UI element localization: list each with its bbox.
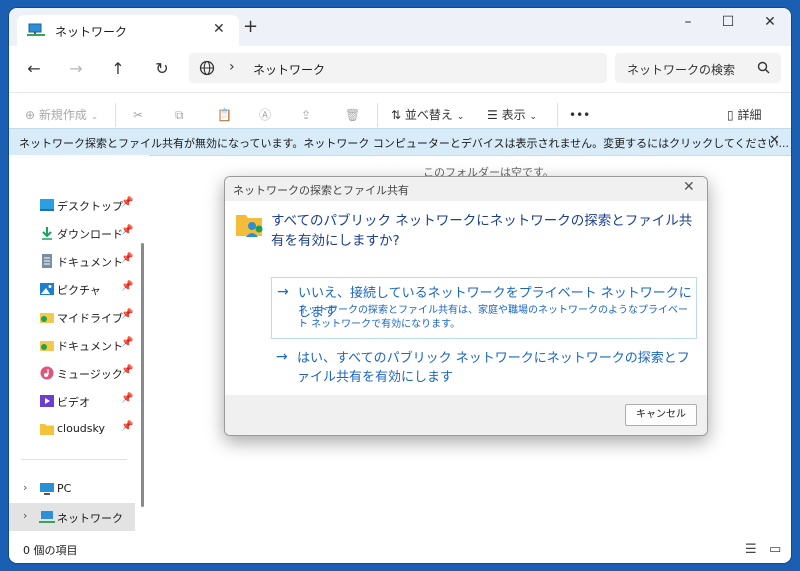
tab-close-icon[interactable]: ✕: [213, 21, 225, 37]
picture-icon: [40, 283, 54, 295]
sidebar-item-network[interactable]: › ネットワーク: [9, 503, 135, 531]
details-button[interactable]: ▯ 詳細: [727, 103, 761, 127]
music-icon: [40, 366, 54, 380]
details-view-icon[interactable]: ☰: [745, 542, 757, 557]
globe-icon: [199, 60, 215, 76]
sort-icon: ⇅: [391, 108, 402, 122]
network-discovery-dialog: ネットワークの探索とファイル共有 ✕ すべてのパブリック ネットワークにネットワ…: [224, 176, 708, 436]
plus-circle-icon: ⊕: [25, 108, 36, 122]
pin-icon[interactable]: 📌: [121, 421, 133, 432]
option-enable-public-button[interactable]: → はい、すべてのパブリック ネットワークにネットワークの探索とファイル共有を有…: [271, 343, 695, 385]
drive-icon: [40, 313, 54, 323]
pin-icon[interactable]: 📌: [121, 253, 133, 264]
navigation-pane: デスクトップ 📌 ダウンロード 📌 ドキュメント 📌 ピクチャ 📌 マイドライブ…: [9, 155, 149, 535]
pin-icon[interactable]: 📌: [121, 225, 133, 236]
tab-title: ネットワーク: [55, 25, 128, 39]
option-make-private-description: ネットワークの探索とファイル共有は、家庭や職場のネットワークのようなプライベート…: [298, 305, 688, 330]
network-icon: [39, 511, 55, 523]
paste-icon[interactable]: 📋: [217, 103, 232, 127]
pin-icon[interactable]: 📌: [121, 197, 133, 208]
more-options-button[interactable]: •••: [569, 103, 590, 127]
chevron-down-icon: ⌄: [529, 112, 537, 122]
chevron-right-icon[interactable]: ›: [23, 481, 27, 494]
network-icon: [27, 23, 45, 36]
chevron-down-icon: ⌄: [90, 112, 99, 122]
copy-icon[interactable]: ⧉: [175, 103, 184, 127]
dialog-close-icon[interactable]: ✕: [683, 179, 695, 195]
close-window-button[interactable]: ✕: [755, 14, 785, 30]
pin-icon[interactable]: 📌: [121, 337, 133, 348]
video-icon: [40, 395, 54, 407]
breadcrumb-chevron-icon[interactable]: ›: [229, 59, 235, 75]
pc-icon: [40, 483, 54, 495]
sort-button[interactable]: ⇅ 並べ替え ⌄: [391, 103, 464, 127]
sidebar-item-documents[interactable]: ドキュメント 📌: [9, 247, 135, 275]
refresh-icon[interactable]: ↻: [151, 58, 173, 80]
chevron-right-icon[interactable]: ›: [23, 509, 27, 522]
drive-document-icon: [40, 341, 54, 351]
info-bar-message[interactable]: ネットワーク探索とファイル共有が無効になっています。ネットワーク コンピューター…: [19, 135, 789, 151]
dialog-question: すべてのパブリック ネットワークにネットワークの探索とファイル共有を有効にします…: [271, 213, 693, 249]
sidebar-scrollbar[interactable]: [141, 243, 144, 507]
desktop-icon: [40, 199, 54, 211]
breadcrumb-network[interactable]: ネットワーク: [253, 61, 325, 78]
arrow-right-icon: →: [277, 284, 289, 300]
cancel-button[interactable]: キャンセル: [625, 404, 697, 426]
option-enable-public-title: はい、すべてのパブリック ネットワークにネットワークの探索とファイル共有を有効に…: [297, 351, 690, 385]
new-tab-button[interactable]: +: [243, 16, 258, 37]
minimize-button[interactable]: –: [673, 14, 703, 30]
folder-icon: [40, 424, 54, 435]
sidebar-divider: [21, 459, 127, 460]
sidebar-item-drive-documents[interactable]: ドキュメント 📌: [9, 331, 135, 359]
network-sharing-icon: [236, 215, 263, 237]
new-item-button[interactable]: ⊕ 新規作成 ⌄: [25, 103, 98, 127]
pin-icon[interactable]: 📌: [121, 365, 133, 376]
arrow-right-icon: →: [276, 349, 288, 365]
sidebar-item-videos[interactable]: ビデオ 📌: [9, 387, 135, 415]
toolbar-divider: [557, 103, 558, 127]
toolbar-divider: [377, 103, 378, 127]
view-button[interactable]: ☰ 表示 ⌄: [487, 103, 537, 127]
dialog-title: ネットワークの探索とファイル共有: [233, 184, 409, 197]
search-placeholder: ネットワークの検索: [627, 63, 736, 77]
chevron-down-icon: ⌄: [456, 112, 465, 122]
address-row: ← → ↑ ↻ › ネットワーク ネットワークの検索: [9, 46, 791, 92]
address-bar[interactable]: › ネットワーク: [189, 53, 607, 83]
sidebar-item-my-drive[interactable]: マイドライブ 📌: [9, 303, 135, 331]
share-icon[interactable]: ⇪: [301, 103, 311, 127]
item-count: 0 個の項目: [23, 544, 78, 557]
cut-icon[interactable]: ✂: [133, 103, 143, 127]
view-list-icon: ☰: [487, 108, 498, 122]
info-bar[interactable]: ネットワーク探索とファイル共有が無効になっています。ネットワーク コンピューター…: [9, 128, 791, 156]
tab-bar: ネットワーク ✕ + – ☐ ✕: [9, 8, 791, 46]
tiles-view-icon[interactable]: ▭: [769, 542, 781, 557]
dialog-footer: キャンセル: [225, 395, 707, 435]
tab-network[interactable]: ネットワーク ✕: [17, 15, 239, 46]
forward-arrow-icon[interactable]: →: [65, 58, 87, 80]
details-pane-icon: ▯: [727, 108, 734, 122]
back-arrow-icon[interactable]: ←: [23, 58, 45, 80]
pin-icon[interactable]: 📌: [121, 393, 133, 404]
rename-icon[interactable]: Ⓐ: [259, 103, 271, 127]
pin-icon[interactable]: 📌: [121, 281, 133, 292]
dialog-titlebar: ネットワークの探索とファイル共有 ✕: [225, 177, 707, 201]
sidebar-item-pictures[interactable]: ピクチャ 📌: [9, 275, 135, 303]
maximize-button[interactable]: ☐: [713, 14, 743, 30]
up-arrow-icon[interactable]: ↑: [107, 58, 129, 80]
sidebar-item-cloudsky[interactable]: cloudsky 📌: [9, 415, 135, 443]
status-bar: 0 個の項目 ☰ ▭: [9, 536, 791, 563]
download-icon: [42, 227, 52, 240]
sidebar-item-music[interactable]: ミュージック 📌: [9, 359, 135, 387]
search-icon: [757, 61, 770, 74]
delete-icon[interactable]: 🗑: [345, 103, 360, 127]
sidebar-item-pc[interactable]: › PC: [9, 475, 135, 503]
info-bar-close-icon[interactable]: ✕: [769, 133, 780, 148]
pin-icon[interactable]: 📌: [121, 309, 133, 320]
option-make-private-button[interactable]: → いいえ、接続しているネットワークをプライベート ネットワークにします ネット…: [271, 277, 697, 339]
sidebar-item-desktop[interactable]: デスクトップ 📌: [9, 191, 135, 219]
toolbar-divider: [115, 103, 116, 127]
search-input[interactable]: ネットワークの検索: [615, 53, 781, 83]
document-icon: [42, 254, 52, 268]
sidebar-item-downloads[interactable]: ダウンロード 📌: [9, 219, 135, 247]
